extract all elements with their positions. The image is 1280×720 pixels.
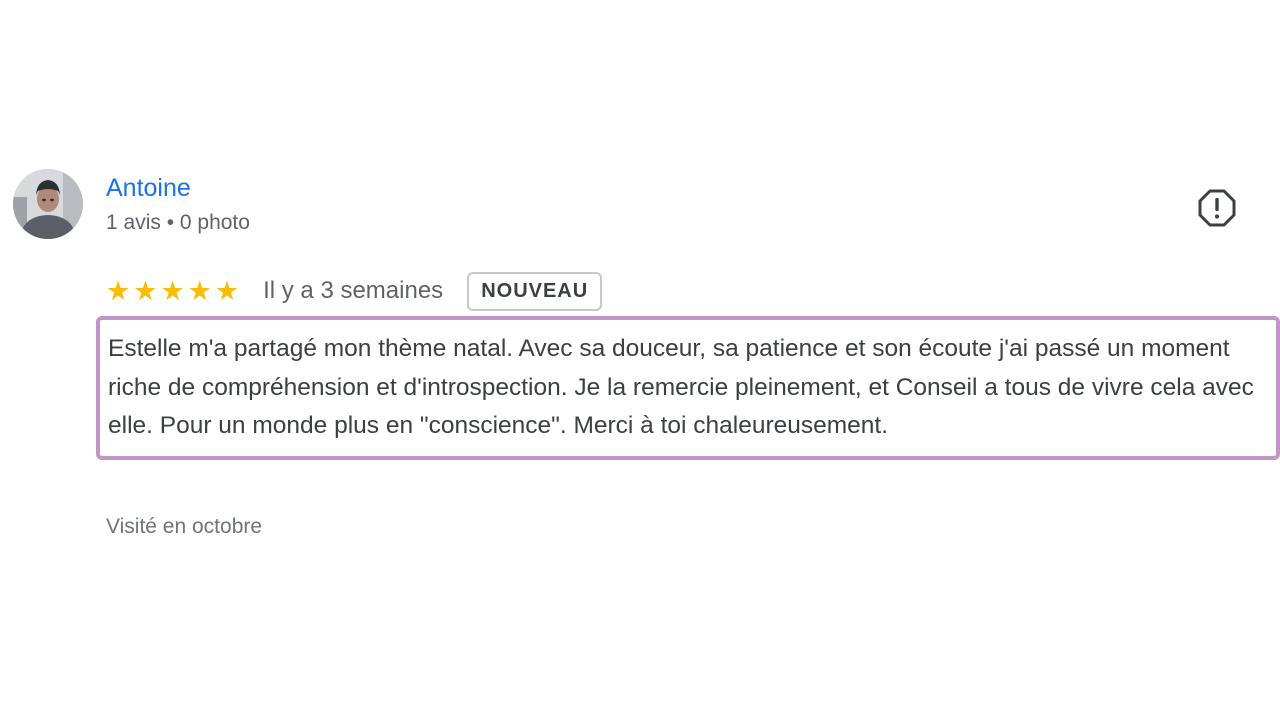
report-button[interactable] xyxy=(1197,188,1237,228)
star-icon: ★ xyxy=(133,275,158,306)
star-icon: ★ xyxy=(214,275,240,306)
star-rating: ★ ★ ★ ★ ★ xyxy=(106,275,240,306)
report-flag-icon xyxy=(1198,189,1236,227)
avatar[interactable] xyxy=(13,169,83,239)
rating-row: ★ ★ ★ ★ ★ Il y a 3 semaines NOUVEAU xyxy=(106,268,603,314)
review-card: Antoine 1 avis • 0 photo ★ ★ ★ ★ ★ Il y … xyxy=(0,0,1280,720)
review-text: Estelle m'a partagé mon thème natal. Ave… xyxy=(96,316,1280,460)
new-badge: NOUVEAU xyxy=(467,271,603,311)
avatar-photo xyxy=(13,169,83,239)
star-icon: ★ xyxy=(160,275,185,306)
star-icon: ★ xyxy=(106,275,131,306)
visit-date: Visité en octobre xyxy=(106,515,263,538)
review-date: Il y a 3 semaines xyxy=(263,277,444,304)
author-name[interactable]: Antoine xyxy=(106,174,191,203)
author-meta: 1 avis • 0 photo xyxy=(106,211,250,234)
star-icon: ★ xyxy=(187,275,212,306)
